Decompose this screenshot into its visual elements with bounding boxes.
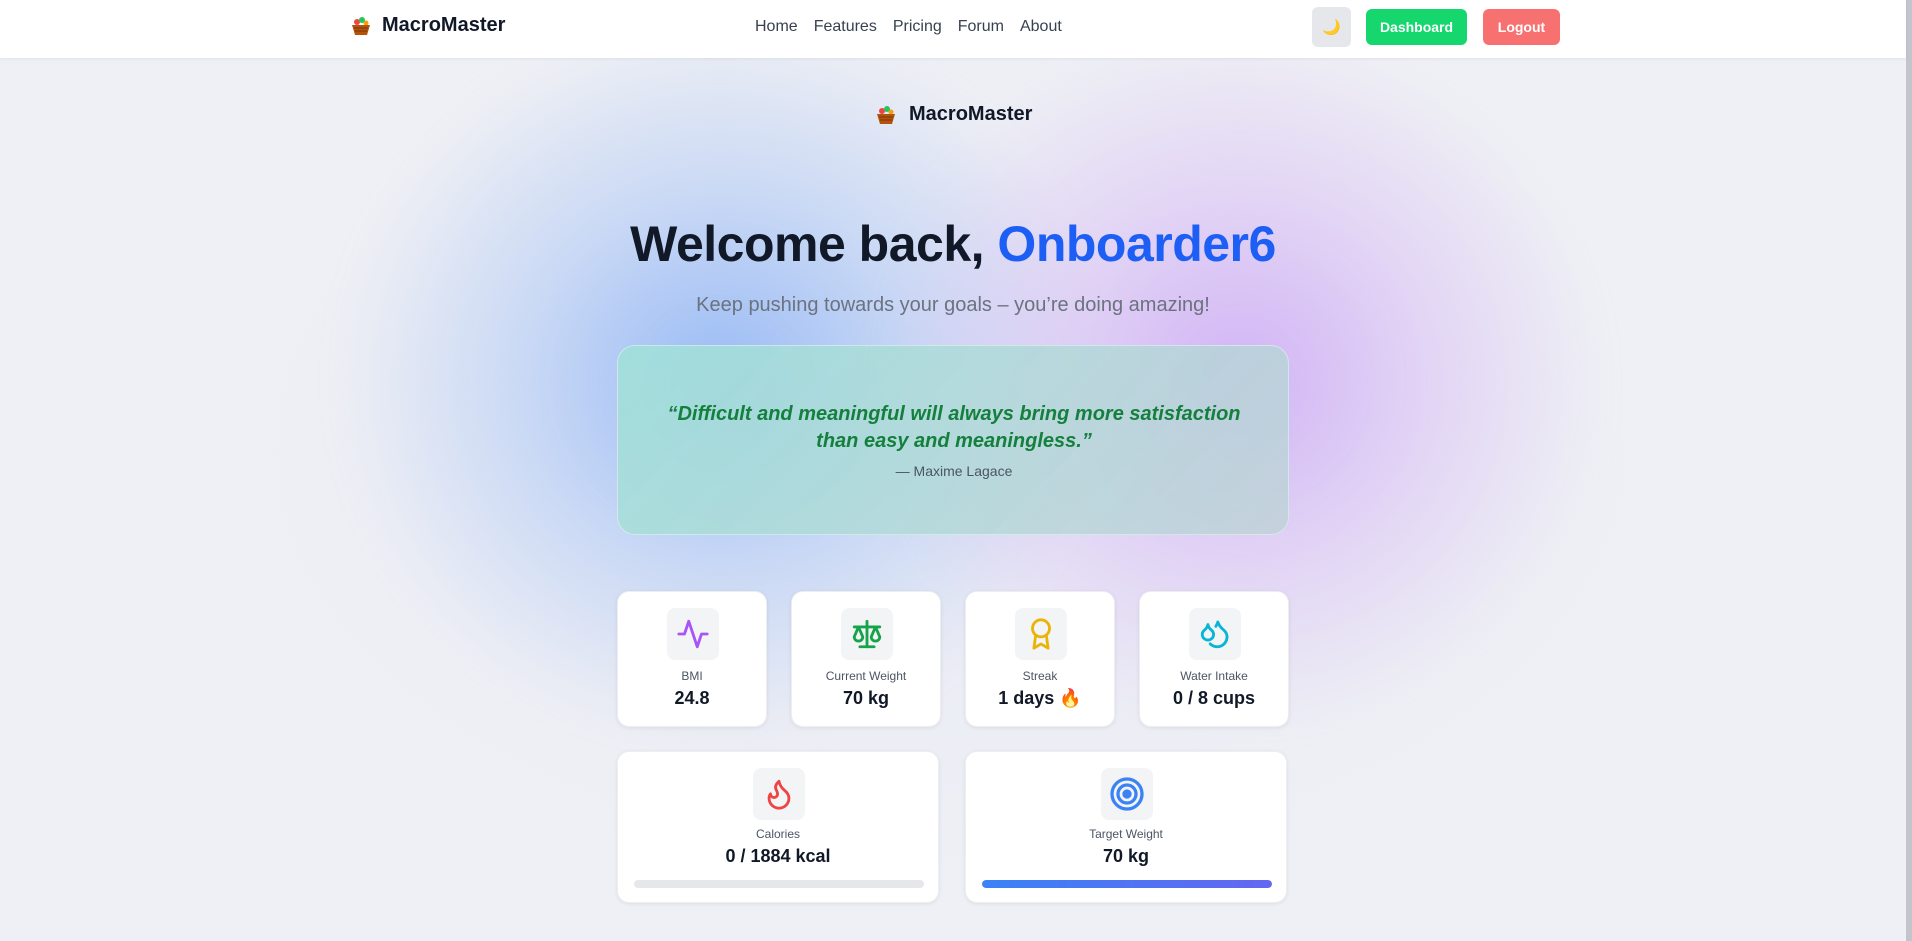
scrollbar[interactable] xyxy=(1906,0,1912,941)
welcome-heading: Welcome back, Onboarder6 xyxy=(0,215,1906,273)
stat-label: Water Intake xyxy=(1180,669,1248,683)
goal-label: Target Weight xyxy=(1089,827,1163,841)
brand-name: MacroMaster xyxy=(382,14,506,36)
goal-value: 0 / 1884 kcal xyxy=(725,846,831,866)
goal-value: 70 kg xyxy=(1102,846,1150,866)
brand-logo-link[interactable]: MacroMaster xyxy=(350,14,505,37)
nav-link-pricing[interactable]: Pricing xyxy=(893,18,942,36)
basket-icon xyxy=(350,15,372,37)
nav-links: Home Features Pricing Forum About xyxy=(755,18,1062,36)
stat-label: BMI xyxy=(681,669,703,683)
activity-icon xyxy=(667,608,719,660)
droplets-icon xyxy=(1189,608,1241,660)
goal-label: Calories xyxy=(755,827,800,841)
theme-toggle-button[interactable]: 🌙 xyxy=(1312,7,1351,47)
nav-link-home[interactable]: Home xyxy=(755,18,798,36)
hero-brand-name: MacroMaster xyxy=(909,103,1033,125)
hero-brand: MacroMaster xyxy=(875,103,1032,126)
scale-icon xyxy=(841,608,893,660)
flame-icon xyxy=(753,768,805,820)
nav-link-features[interactable]: Features xyxy=(814,18,877,36)
calories-progress-bar xyxy=(634,880,924,888)
welcome-subtitle: Keep pushing towards your goals – you’re… xyxy=(696,294,1210,316)
stat-label: Current Weight xyxy=(825,669,907,683)
target-weight-progress-bar xyxy=(982,880,1272,888)
stat-value: 0 / 8 cups xyxy=(1172,688,1256,708)
stat-value: 1 days 🔥 xyxy=(998,688,1082,708)
target-icon xyxy=(1101,768,1153,820)
stat-card-streak: Streak 1 days 🔥 xyxy=(965,591,1115,727)
navbar: MacroMaster Home Features Pricing Forum … xyxy=(0,0,1906,58)
moon-icon: 🌙 xyxy=(1322,19,1341,36)
basket-icon xyxy=(875,104,897,126)
nav-link-forum[interactable]: Forum xyxy=(958,18,1004,36)
welcome-prefix: Welcome back, xyxy=(630,216,998,272)
quote-card: “Difficult and meaningful will always br… xyxy=(617,345,1289,535)
goal-card-target-weight: Target Weight 70 kg xyxy=(965,751,1287,903)
target-weight-progress-fill xyxy=(982,880,1272,888)
quote-text: “Difficult and meaningful will always br… xyxy=(667,403,1241,452)
award-icon xyxy=(1015,608,1067,660)
stat-card-current-weight: Current Weight 70 kg xyxy=(791,591,941,727)
logout-button[interactable]: Logout xyxy=(1483,9,1560,45)
stat-value: 24.8 xyxy=(674,688,710,708)
username: Onboarder6 xyxy=(997,216,1276,272)
stat-card-water-intake: Water Intake 0 / 8 cups xyxy=(1139,591,1289,727)
stat-label: Streak xyxy=(1022,669,1058,683)
dashboard-button[interactable]: Dashboard xyxy=(1366,9,1467,45)
stat-card-bmi: BMI 24.8 xyxy=(617,591,767,727)
quote-author: — Maxime Lagace xyxy=(895,463,1013,479)
goal-card-calories: Calories 0 / 1884 kcal xyxy=(617,751,939,903)
stat-value: 70 kg xyxy=(842,688,890,708)
scrollbar-thumb[interactable] xyxy=(1906,0,1912,941)
nav-link-about[interactable]: About xyxy=(1020,18,1062,36)
